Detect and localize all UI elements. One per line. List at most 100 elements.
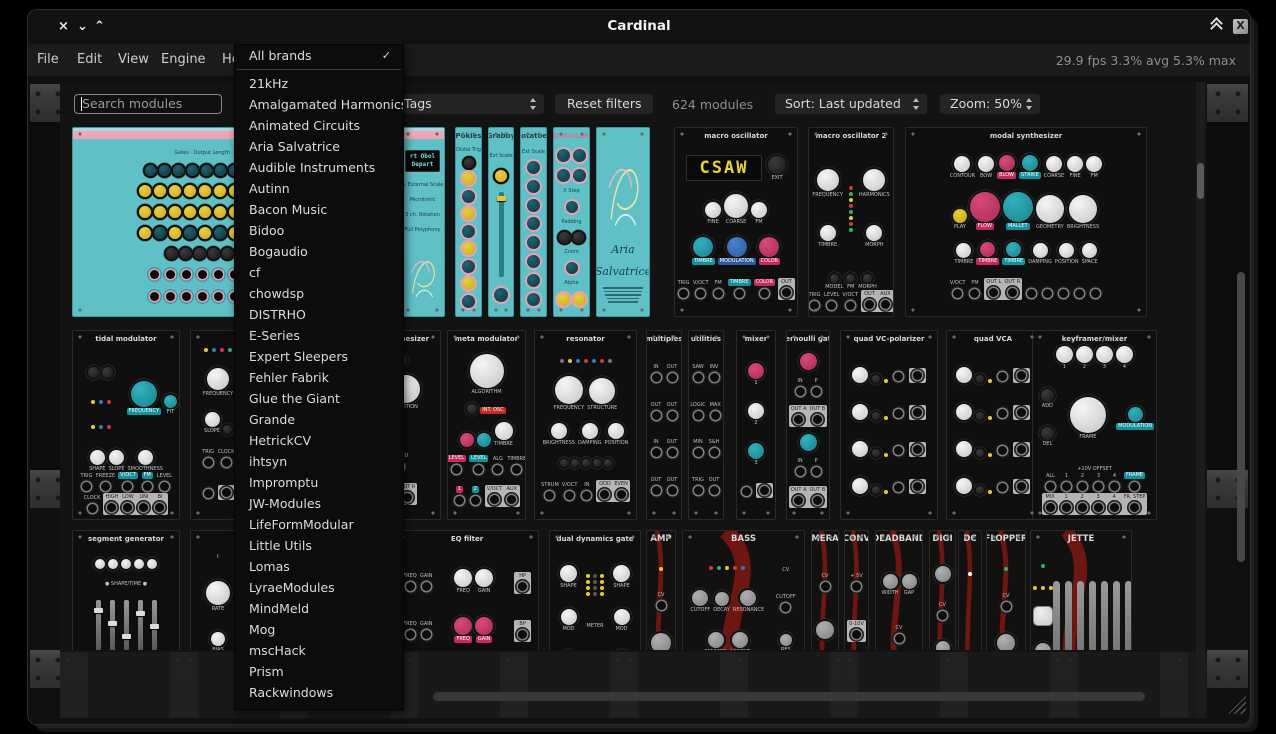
menu-item-brand[interactable]: HetrickCV — [235, 430, 403, 451]
knob — [223, 425, 232, 434]
menu-item-brand[interactable]: JW-Modules — [235, 493, 403, 514]
browser-hscrollbar-thumb[interactable] — [433, 692, 1145, 701]
menu-item-brand[interactable]: Mog — [235, 619, 403, 640]
knob — [1096, 346, 1113, 363]
module-preview-conv[interactable]: CONV+ 5V0-10V0-10V — [844, 530, 869, 650]
menu-view[interactable]: View — [118, 52, 149, 67]
slider — [1077, 581, 1084, 651]
panel-label: MORPH — [865, 242, 884, 248]
module-preview-grabby[interactable]: GrabbyExt Scale — [488, 127, 514, 317]
menu-item-brand[interactable]: Fehler Fabrik — [235, 367, 403, 388]
search-input[interactable]: Search modules — [74, 94, 222, 114]
rack-vscrollbar-thumb[interactable] — [1237, 272, 1245, 562]
reset-filters-button[interactable]: Reset filters — [555, 94, 653, 114]
collapse-icon[interactable] — [1210, 19, 1224, 33]
menu-item-brand[interactable]: Grande — [235, 409, 403, 430]
menu-item-brand[interactable]: Animated Circuits — [235, 115, 403, 136]
module-preview-eq-filter[interactable]: EQ filterFREQGAINFREQGAINFREQGAINFREQGAI… — [395, 530, 539, 650]
module-preview-quad-vc-polarizer[interactable]: quad VC-polarizer — [840, 330, 938, 520]
menu-item-brand[interactable]: Audible Instruments — [235, 157, 403, 178]
module-preview-mixer[interactable]: mixer123 — [736, 330, 776, 520]
module-preview-tidal-modulator[interactable]: tidal modulatorFREQUENCYFITSHAPESLOPESMO… — [72, 330, 180, 520]
knob — [863, 274, 872, 283]
menu-item-brand[interactable]: DISTRHO — [235, 304, 403, 325]
module-preview-aria-signature[interactable]: AriaSalvatrice — [596, 127, 650, 317]
port-jack — [894, 409, 903, 418]
menu-item-brand[interactable]: LifeFormModular — [235, 514, 403, 535]
module-preview-macro-oscillator[interactable]: macro oscillatorCSAWEXITFINECOARSEFMTIMB… — [674, 127, 798, 317]
knob — [199, 227, 211, 239]
module-preview-multiples[interactable]: multiplesINOUTOUTOUTINOUTOUTOUT — [646, 330, 682, 520]
led-indicator — [204, 348, 208, 352]
menu-item-brand[interactable]: Rackwindows — [235, 682, 403, 703]
knob — [475, 617, 493, 635]
module-preview-deadband[interactable]: DEADBANDWIDTHGAPCV — [875, 530, 923, 650]
module-preview-jette[interactable]: JETTEIN/OCT — [1030, 530, 1132, 650]
menu-item-brand[interactable]: Impromptu — [235, 472, 403, 493]
module-preview-modal-synthesizer[interactable]: modal synthesizerCONTOURBOWBLOWSTRIKECOA… — [905, 127, 1147, 317]
menu-item-brand[interactable]: Bacon Music — [235, 199, 403, 220]
menu-item-brand[interactable]: MindMeld — [235, 598, 403, 619]
module-preview-pokies[interactable]: PokiesDistal Trig — [455, 127, 482, 317]
menu-item-brand[interactable]: Bidoo — [235, 220, 403, 241]
panel-label: Full Polyphony — [405, 227, 441, 233]
titlebar[interactable]: × ⌄ ⌃ Cardinal X — [28, 10, 1250, 44]
port-jack — [182, 270, 191, 279]
browser-vscrollbar-thumb[interactable] — [1197, 163, 1204, 199]
menu-edit[interactable]: Edit — [77, 52, 102, 67]
module-preview-meta-modulator[interactable]: meta modulatorALGORITHMINT. OSCTIMBRELEV… — [447, 330, 526, 520]
menu-item-brand[interactable]: ihtsyn — [235, 451, 403, 472]
menu-item-brand[interactable]: Expert Sleepers — [235, 346, 403, 367]
menu-file[interactable]: File — [37, 52, 59, 67]
knob — [872, 412, 880, 420]
module-preview-flopper[interactable]: FLOPPERCVININ — [986, 530, 1026, 650]
module-preview-quad-vca[interactable]: quad VCA — [946, 330, 1040, 520]
tags-dropdown[interactable]: Tags — [386, 94, 544, 114]
module-preview-amp[interactable]: AMPCVIN — [646, 530, 676, 650]
menu-item-brand[interactable]: cf — [235, 262, 403, 283]
menu-item-brand[interactable]: Aria Salvatrice — [235, 136, 403, 157]
menu-item-brand[interactable]: Amalgamated Harmonics — [235, 94, 403, 115]
module-preview-bernoulli-gate[interactable]: bernoulli gateINPOUT AOUT BINPOUT AOUT B — [786, 330, 830, 520]
module-title: DIGI — [932, 534, 952, 544]
menu-engine[interactable]: Engine — [161, 52, 206, 67]
port-jack — [455, 496, 464, 505]
module-preview-keyframer-mixer[interactable]: keyframer/mixer1234ADDDELFRAMEMODULATION… — [1032, 330, 1157, 520]
menu-item-brand[interactable]: mscHack — [235, 640, 403, 661]
menu-item-brand[interactable]: Autinn — [235, 178, 403, 199]
led-indicator — [725, 566, 729, 570]
menu-item-brand[interactable]: Lomas — [235, 556, 403, 577]
sort-dropdown[interactable]: Sort: Last updated — [775, 94, 927, 114]
module-preview-macro-oscillator-2[interactable]: macro oscillator 2FREQUENCYTIMBREHARMONI… — [808, 127, 894, 317]
knob — [88, 367, 99, 378]
module-preview-dc[interactable]: DCIN — [958, 530, 982, 650]
module-preview-resonator[interactable]: resonatorFREQUENCYSTRUCTUREBRIGHTNESSDAM… — [534, 330, 637, 520]
knob — [462, 190, 475, 203]
menu-item-brand[interactable]: Little Utils — [235, 535, 403, 556]
module-preview-bass[interactable]: BASSCUTOFFDECAYRESONANCEENVMODACCENTACCE… — [682, 530, 805, 650]
module-preview-mera[interactable]: MERACVPRE — [811, 530, 839, 650]
zoom-dropdown[interactable]: Zoom: 50% — [940, 94, 1040, 114]
module-preview-segment-generator[interactable]: segment generator● SHAPE/TIME ●● TIME/LE… — [72, 530, 180, 650]
app-logo-icon[interactable]: X — [1233, 19, 1248, 34]
menu-item-brand[interactable]: 21kHz — [235, 73, 403, 94]
label-badge: COLOR — [754, 279, 775, 286]
module-preview-rotatoes[interactable]: RotatoesExt Scale — [520, 127, 547, 317]
menu-item-brand[interactable]: E-Series — [235, 325, 403, 346]
module-title: AMP — [650, 534, 671, 544]
label-badge: TIMBRE — [692, 258, 715, 265]
knob — [462, 277, 475, 290]
menu-item-brand[interactable]: Glue the Giant — [235, 388, 403, 409]
knob — [1041, 389, 1054, 402]
module-preview-aria-text[interactable]: rt ObolDepartly External ScaleMicrotonic… — [400, 127, 445, 317]
menu-item-brand[interactable]: Bogaudio — [235, 241, 403, 262]
menu-item-brand[interactable]: LyraeModules — [235, 577, 403, 598]
menu-item-brand[interactable]: chowdsp — [235, 283, 403, 304]
module-preview-digi[interactable]: DIGICVANALOG — [929, 530, 956, 650]
module-preview-dual-dynamics-gate[interactable]: dual dynamics gateSHAPEMODLEVEL MODMETER… — [549, 530, 641, 650]
menu-item-all-brands[interactable]: All brands✓ — [235, 45, 403, 66]
module-preview-undular[interactable]: UnDuLaRX StepPaddingZoomAlpha — [553, 127, 590, 317]
menu-item-brand[interactable]: Prism — [235, 661, 403, 682]
label-badge: INT. OSC — [480, 407, 505, 414]
module-preview-utilities[interactable]: utilitiesSAWINVLOGICMAXMINS&HTRIGOUT — [688, 330, 724, 520]
